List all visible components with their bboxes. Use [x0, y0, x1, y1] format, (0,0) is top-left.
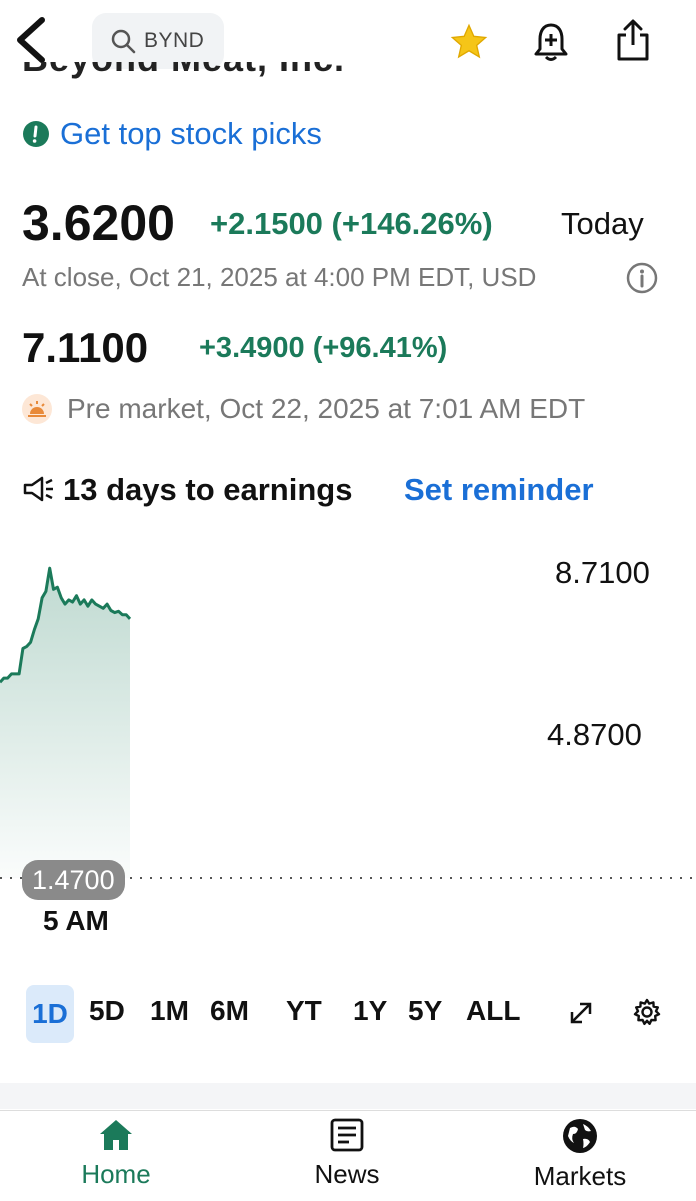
stock-picks-link[interactable]: Get top stock picks: [22, 116, 322, 152]
range-6m[interactable]: 6M: [210, 995, 249, 1027]
range-all[interactable]: ALL: [466, 995, 520, 1027]
range-5y[interactable]: 5Y: [408, 995, 442, 1027]
megaphone-icon: [22, 474, 56, 506]
expand-chart-button[interactable]: [566, 998, 596, 1033]
premarket-meta: Pre market, Oct 22, 2025 at 7:01 AM EDT: [67, 393, 586, 424]
earnings-countdown: 13 days to earnings: [63, 472, 353, 507]
range-1m[interactable]: 1M: [150, 995, 189, 1027]
share-button[interactable]: [611, 18, 655, 62]
search-field[interactable]: BYND: [92, 13, 224, 69]
price-change: +2.1500 (+146.26%): [210, 206, 493, 241]
premarket-price: 7.1100: [22, 324, 149, 371]
range-1d[interactable]: 1D: [26, 985, 74, 1043]
tab-markets-label: Markets: [533, 1161, 627, 1191]
current-price: 3.6200: [22, 195, 175, 251]
globe-icon: [563, 1119, 597, 1153]
info-button[interactable]: [626, 262, 658, 294]
stock-picks-label: Get top stock picks: [60, 116, 322, 151]
tab-markets[interactable]: Markets: [505, 1117, 655, 1192]
news-icon: [330, 1118, 364, 1152]
expand-icon: [570, 1002, 592, 1024]
back-button[interactable]: [12, 14, 52, 66]
alert-button[interactable]: [529, 20, 573, 64]
company-name-text: Beyond Meat, Inc.: [22, 62, 345, 80]
section-divider: [0, 1083, 696, 1109]
info-icon: [626, 262, 658, 294]
price-period: Today: [561, 206, 644, 241]
exclamation-badge-icon: [23, 121, 49, 147]
range-1y[interactable]: 1Y: [353, 995, 387, 1027]
sunrise-icon: [22, 394, 52, 424]
star-icon: [450, 23, 488, 59]
x-axis-time-label: 5 AM: [43, 905, 109, 936]
chart-settings-button[interactable]: [631, 996, 663, 1033]
watchlist-button[interactable]: [447, 20, 491, 64]
previous-close-badge: 1.4700: [22, 860, 125, 900]
set-reminder-link[interactable]: Set reminder: [404, 472, 594, 508]
y-axis-mid-label: 4.8700: [547, 717, 642, 752]
tab-home[interactable]: Home: [41, 1117, 191, 1190]
range-5d[interactable]: 5D: [89, 995, 125, 1027]
home-icon: [100, 1120, 132, 1150]
gear-icon: [633, 998, 661, 1025]
range-ytd[interactable]: YT: [286, 995, 322, 1027]
tab-news[interactable]: News: [272, 1117, 422, 1190]
y-axis-high-label: 8.7100: [555, 555, 650, 590]
tab-news-label: News: [314, 1159, 380, 1189]
chevron-left-icon: [17, 17, 45, 63]
company-name: Beyond Meat, Inc.: [22, 62, 442, 88]
close-meta: At close, Oct 21, 2025 at 4:00 PM EDT, U…: [22, 262, 537, 292]
chart-area: [0, 568, 130, 878]
tab-home-label: Home: [81, 1159, 151, 1189]
search-icon: [111, 29, 136, 54]
bell-plus-icon: [534, 23, 568, 61]
search-ticker: BYND: [144, 29, 205, 52]
premarket-change: +3.4900 (+96.41%): [199, 332, 448, 364]
share-icon: [617, 19, 649, 61]
